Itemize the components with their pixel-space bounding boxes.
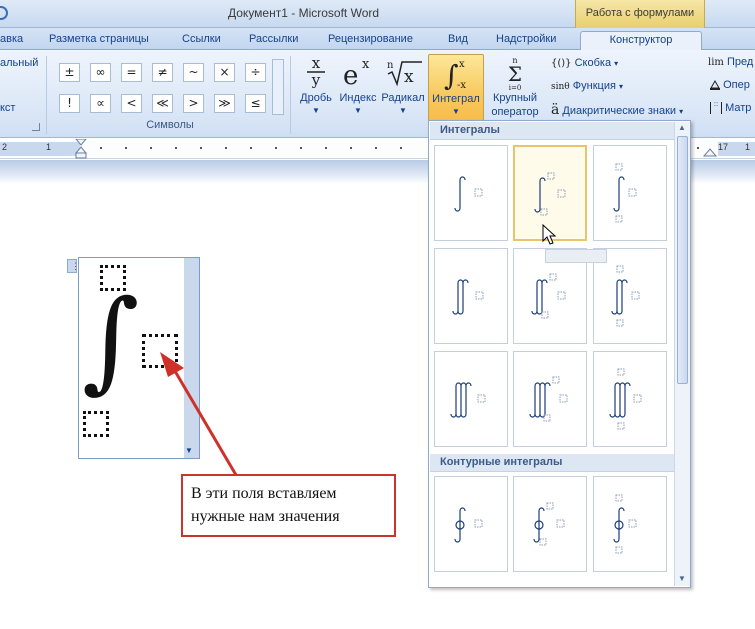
double-integral-icon (452, 279, 484, 315)
scroll-up-arrow-icon[interactable]: ▲ (678, 123, 686, 132)
integral-gallery-dropdown: Интегралы Контурные интегралы ▲ ▼ (428, 120, 691, 588)
annotation-callout: В эти поля вставляем нужные нам значения (181, 474, 396, 537)
gallery-scrollbar[interactable]: ▲ ▼ (674, 122, 690, 586)
triple-integral-subsup-icon (529, 376, 568, 422)
gallery-triple-integral-overunder[interactable] (593, 351, 667, 447)
gallery-contour-integral[interactable] (434, 476, 508, 572)
integral-icon (454, 176, 483, 212)
contour-integral-icon (454, 507, 483, 543)
gallery-scroll-thumb[interactable] (677, 136, 688, 384)
gallery-double-integral[interactable] (434, 248, 508, 344)
gallery-integral[interactable] (434, 145, 508, 241)
gallery-contour-integral-subsup[interactable] (513, 476, 587, 572)
gallery-section-integrals: Интегралы (430, 122, 674, 140)
hover-tooltip (545, 249, 607, 263)
mouse-cursor-icon (542, 224, 557, 245)
integral-overunder-icon (613, 163, 637, 223)
contour-integral-overunder-icon (613, 494, 637, 554)
callout-line-2: нужные нам значения (191, 508, 340, 525)
double-integral-overunder-icon (611, 265, 640, 327)
gallery-triple-integral[interactable] (434, 351, 508, 447)
gallery-section-contour-integrals: Контурные интегралы (430, 454, 674, 472)
triple-integral-icon (450, 382, 486, 418)
gallery-contour-integral-overunder[interactable] (593, 476, 667, 572)
triple-integral-overunder-icon (609, 368, 642, 430)
callout-line-1: В эти поля вставляем (191, 485, 337, 502)
gallery-triple-integral-subsup[interactable] (513, 351, 587, 447)
gallery-integral-overunder[interactable] (593, 145, 667, 241)
scroll-down-arrow-icon[interactable]: ▼ (678, 574, 686, 583)
double-integral-subsup-icon (531, 273, 566, 319)
contour-integral-subsup-icon (533, 502, 565, 546)
